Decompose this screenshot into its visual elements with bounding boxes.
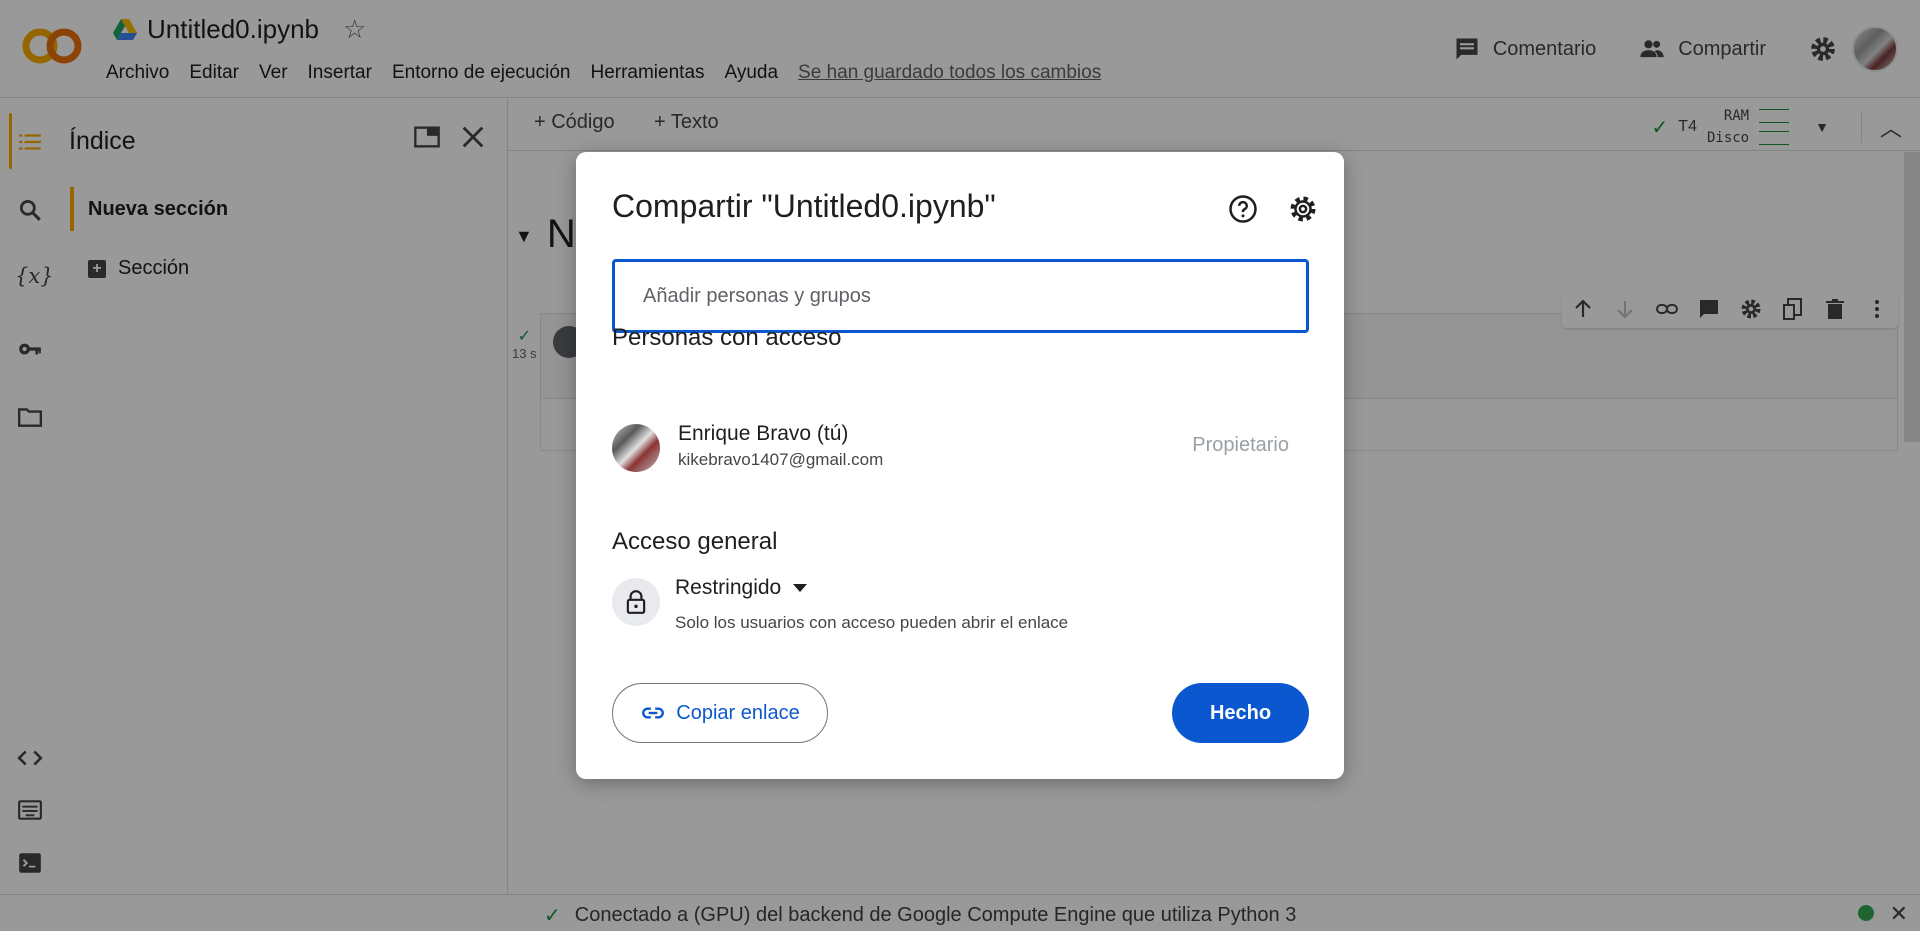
- done-button[interactable]: Hecho: [1172, 683, 1309, 743]
- copy-link-button[interactable]: Copiar enlace: [612, 683, 828, 743]
- lock-badge: [612, 578, 660, 626]
- dropdown-arrow-icon: [793, 584, 808, 592]
- share-settings-icon[interactable]: [1288, 194, 1318, 224]
- person-avatar: [612, 424, 660, 472]
- person-row: Enrique Bravo (tú) kikebravo1407@gmail.c…: [612, 420, 1309, 474]
- general-access-heading: Acceso general: [612, 528, 778, 555]
- share-dialog: Compartir "Untitled0.ipynb" Personas con…: [576, 152, 1344, 779]
- link-icon: [642, 707, 665, 719]
- person-role: Propietario: [1192, 434, 1289, 456]
- access-description: Solo los usuarios con acceso pueden abri…: [675, 613, 1069, 632]
- person-name: Enrique Bravo (tú): [678, 422, 849, 445]
- copy-link-label: Copiar enlace: [676, 701, 800, 724]
- lock-icon: [626, 590, 646, 614]
- access-level-dropdown[interactable]: Restringido: [675, 576, 808, 600]
- person-email: kikebravo1407@gmail.com: [678, 450, 884, 469]
- dialog-title: Compartir "Untitled0.ipynb": [612, 188, 996, 224]
- access-level-value: Restringido: [675, 576, 782, 599]
- help-icon[interactable]: [1228, 194, 1258, 224]
- people-access-heading: Personas con acceso: [612, 324, 842, 351]
- add-people-input[interactable]: [612, 259, 1309, 333]
